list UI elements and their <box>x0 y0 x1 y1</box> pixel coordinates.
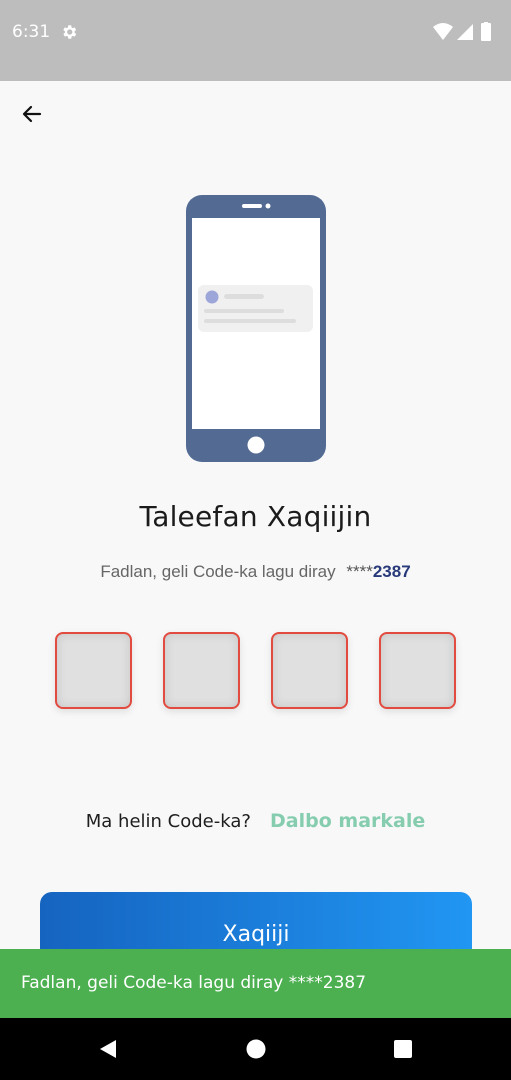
recents-square-icon[interactable] <box>392 1038 414 1060</box>
masked-stars: **** <box>346 562 373 581</box>
resend-question: Ma helin Code-ka? <box>85 811 251 832</box>
subtitle: Fadlan, geli Code-ka lagu diray ****2387 <box>0 562 511 582</box>
masked-digits: 2387 <box>372 562 411 581</box>
gear-icon <box>63 25 77 39</box>
otp-input-3[interactable] <box>271 632 348 709</box>
home-circle-icon[interactable] <box>245 1038 267 1060</box>
arrow-left-icon <box>22 105 42 123</box>
otp-input-2[interactable] <box>163 632 240 709</box>
resend-row: Ma helin Code-ka? Dalbo markale <box>0 810 511 832</box>
otp-input-1[interactable] <box>55 632 132 709</box>
back-button[interactable] <box>14 96 50 132</box>
navigation-bar <box>0 1018 511 1080</box>
subtitle-text: Fadlan, geli Code-ka lagu diray <box>100 562 336 581</box>
status-time: 6:31 <box>12 22 51 42</box>
smartphone-illustration <box>186 195 326 462</box>
back-triangle-icon[interactable] <box>97 1038 119 1060</box>
battery-icon <box>481 23 491 41</box>
status-icons <box>433 22 491 41</box>
otp-input-4[interactable] <box>379 632 456 709</box>
signal-icon <box>457 24 473 40</box>
snackbar: Fadlan, geli Code-ka lagu diray ****2387 <box>0 949 511 1018</box>
notification-card <box>198 285 313 332</box>
wifi-icon <box>433 23 453 40</box>
status-bar: 6:31 <box>0 0 511 81</box>
page-title: Taleefan Xaqiijin <box>139 500 372 533</box>
resend-link[interactable]: Dalbo markale <box>270 810 425 832</box>
